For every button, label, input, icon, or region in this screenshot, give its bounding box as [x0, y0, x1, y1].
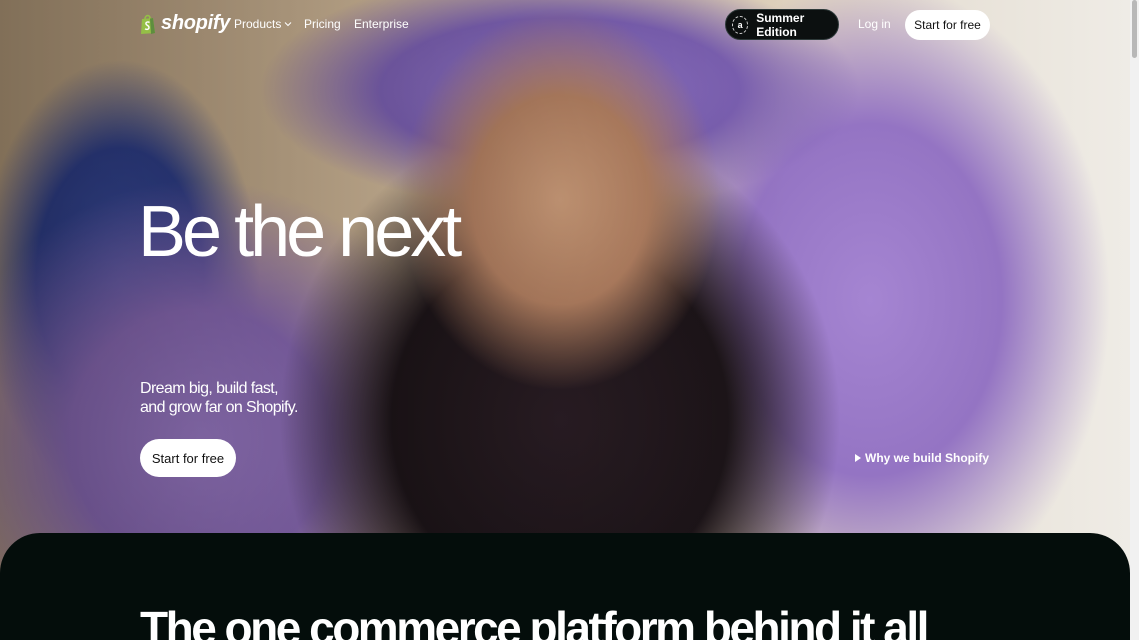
nav-enterprise[interactable]: Enterprise	[354, 17, 409, 31]
nav-start-free-button[interactable]: Start for free	[905, 10, 990, 40]
platform-section-title: The one commerce platform behind it all	[140, 602, 929, 640]
chevron-down-icon	[285, 22, 292, 27]
shopify-bag-icon	[141, 14, 155, 34]
platform-section: The one commerce platform behind it all	[0, 533, 1130, 640]
summer-edition-badge-icon: a	[732, 15, 749, 34]
login-link[interactable]: Log in	[858, 17, 891, 31]
logo-wordmark: shopify	[161, 12, 231, 34]
hero-subtext: Dream big, build fast, and grow far on S…	[140, 380, 298, 416]
top-nav: shopify Products Pricing Enterprise a Su…	[0, 0, 1130, 50]
nav-pricing[interactable]: Pricing	[304, 17, 341, 31]
why-we-build-label: Why we build Shopify	[865, 451, 989, 465]
scrollbar-thumb[interactable]	[1132, 0, 1137, 58]
nav-products-label: Products	[234, 17, 282, 31]
summer-edition-label: Summer Edition	[756, 10, 805, 39]
summer-edition-button[interactable]: a Summer Edition	[725, 9, 839, 40]
why-we-build-link[interactable]: Why we build Shopify	[855, 451, 989, 465]
shopify-logo[interactable]: shopify	[140, 12, 230, 35]
hero-start-free-button[interactable]: Start for free	[140, 439, 236, 477]
page-scrollbar[interactable]	[1130, 0, 1139, 640]
play-icon	[855, 454, 861, 462]
nav-enterprise-label: Enterprise	[354, 17, 409, 31]
hero-headline: Be the next	[138, 192, 462, 272]
nav-pricing-label: Pricing	[304, 17, 341, 31]
nav-products[interactable]: Products	[234, 17, 292, 31]
